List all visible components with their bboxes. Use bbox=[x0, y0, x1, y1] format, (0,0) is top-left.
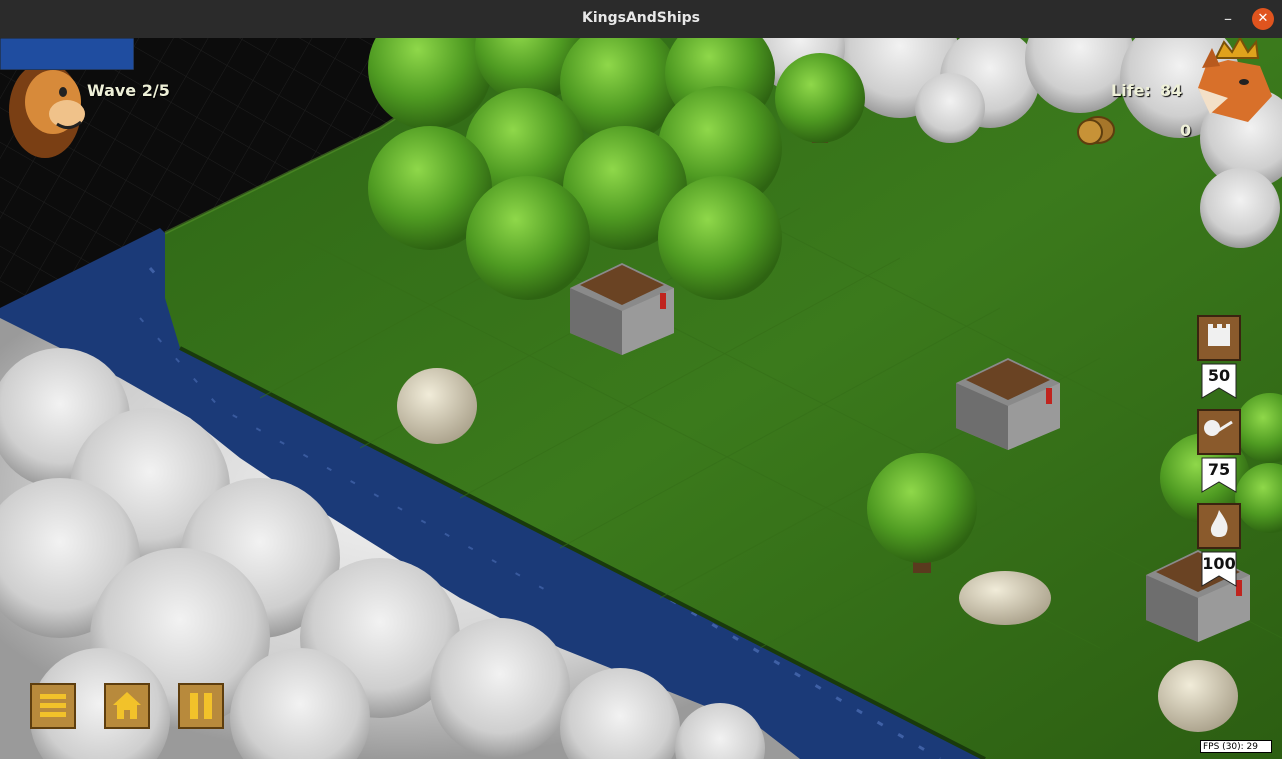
minimize-button[interactable]: – bbox=[1216, 8, 1240, 30]
shop-price-fire: 100 bbox=[1202, 554, 1236, 573]
fox-king-icon bbox=[1198, 38, 1272, 122]
menu-button[interactable] bbox=[30, 683, 76, 729]
home-button[interactable] bbox=[104, 683, 150, 729]
catapult-icon bbox=[1197, 409, 1241, 493]
life-value: 84 bbox=[1160, 81, 1183, 100]
shop-item-tower[interactable]: 50 bbox=[1196, 314, 1242, 404]
pause-button[interactable] bbox=[178, 683, 224, 729]
home-icon bbox=[104, 683, 150, 729]
gold-value: 0 bbox=[1180, 121, 1192, 140]
pause-icon bbox=[178, 683, 224, 729]
tower-icon bbox=[1197, 315, 1241, 399]
menu-icon bbox=[30, 683, 76, 729]
close-button[interactable]: ✕ bbox=[1252, 8, 1274, 30]
shop-price-catapult: 75 bbox=[1207, 460, 1231, 479]
game-map[interactable]: Wave 2/5 Life: 84 0 50 75 100 FPS (30): … bbox=[0, 38, 1282, 759]
shop-item-fire[interactable]: 100 bbox=[1196, 502, 1242, 592]
wave-label: Wave 2/5 bbox=[87, 81, 170, 100]
window-title: KingsAndShips bbox=[582, 10, 700, 26]
life-label: Life: bbox=[1111, 81, 1151, 100]
shop-price-tower: 50 bbox=[1207, 366, 1231, 385]
gold-bar bbox=[0, 38, 134, 70]
fps-counter: FPS (30): 29 bbox=[1200, 740, 1272, 753]
fire-icon bbox=[1197, 503, 1241, 587]
shop-item-catapult[interactable]: 75 bbox=[1196, 408, 1242, 498]
window-titlebar: KingsAndShips – ✕ bbox=[0, 0, 1282, 39]
gold-coins-icon bbox=[1077, 116, 1115, 145]
